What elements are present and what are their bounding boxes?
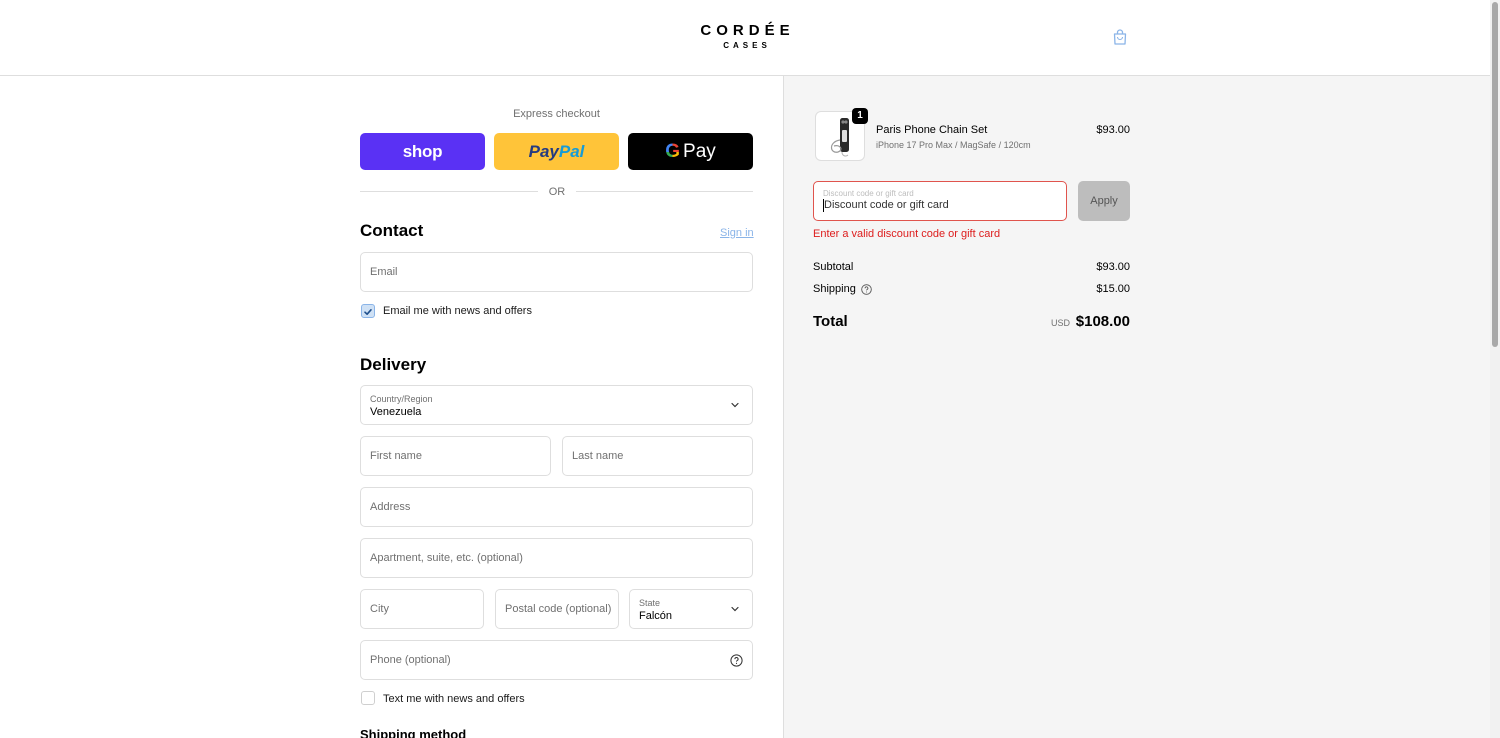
paypal-button[interactable]: Pay Pal (494, 133, 619, 170)
text-news-checkbox[interactable] (361, 691, 375, 705)
shop-pay-button[interactable]: shop (360, 133, 485, 170)
shipping-help-icon[interactable] (861, 284, 872, 295)
product-price: $93.00 (1096, 124, 1130, 136)
postal-code-placeholder: Postal code (optional) (505, 603, 612, 615)
last-name-placeholder: Last name (572, 450, 624, 462)
logo-main-text: CORDÉE (700, 22, 795, 39)
product-name: Paris Phone Chain Set (876, 124, 988, 136)
scrollbar-thumb[interactable] (1492, 2, 1498, 347)
google-pay-button[interactable]: G Pay (628, 133, 753, 170)
total-label: Total (813, 313, 848, 330)
checkmark-icon (364, 309, 372, 315)
subtotal-label: Subtotal (813, 261, 854, 273)
apartment-placeholder: Apartment, suite, etc. (optional) (370, 552, 523, 564)
apartment-field[interactable]: Apartment, suite, etc. (optional) (360, 538, 753, 578)
postal-code-field[interactable]: Postal code (optional) (495, 589, 619, 629)
sign-in-link[interactable]: Sign in (720, 227, 754, 239)
header: CORDÉE CASES (0, 0, 1490, 76)
city-field[interactable]: City (360, 589, 484, 629)
total-value: $108.00 (1075, 313, 1130, 330)
shipping-value: $15.00 (1096, 283, 1130, 295)
scrollbar[interactable] (1490, 0, 1500, 738)
country-value: Venezuela (370, 406, 422, 418)
phone-placeholder: Phone (optional) (370, 654, 451, 666)
address-placeholder: Address (370, 501, 411, 513)
discount-code-field[interactable]: Discount code or gift card Discount code… (813, 181, 1067, 221)
contact-title: Contact (360, 221, 424, 240)
google-g-icon: G (665, 140, 681, 162)
discount-code-value: Discount code or gift card (824, 199, 949, 211)
delivery-title: Delivery (360, 355, 427, 374)
paypal-label-part1: Pay (528, 141, 559, 161)
google-pay-label: Pay (683, 140, 716, 162)
chevron-down-icon (731, 606, 739, 612)
first-name-placeholder: First name (370, 450, 422, 462)
store-logo[interactable]: CORDÉE CASES (680, 22, 810, 52)
shipping-method-title: Shipping method (360, 727, 467, 738)
help-circle-icon[interactable] (730, 654, 743, 667)
email-placeholder: Email (370, 266, 398, 278)
divider-right (576, 191, 753, 192)
order-summary-panel (783, 76, 1490, 738)
email-field[interactable]: Email (360, 252, 753, 292)
paypal-label-part2: Pal (558, 141, 585, 161)
discount-code-label: Discount code or gift card (823, 189, 914, 198)
state-select[interactable]: State Falcón (629, 589, 753, 629)
divider-left (360, 191, 538, 192)
first-name-field[interactable]: First name (360, 436, 551, 476)
apply-discount-button[interactable]: Apply (1078, 181, 1130, 221)
shop-pay-label: shop (402, 141, 443, 161)
shopping-bag-icon[interactable] (1111, 28, 1129, 46)
discount-error-message: Enter a valid discount code or gift card (813, 228, 1001, 240)
state-value: Falcón (639, 610, 673, 622)
logo-sub-text: CASES (723, 41, 771, 50)
state-label: State (639, 598, 661, 608)
quantity-badge: 1 (852, 108, 868, 124)
country-label: Country/Region (370, 394, 433, 404)
chevron-down-icon (731, 402, 739, 408)
last-name-field[interactable]: Last name (562, 436, 753, 476)
text-news-label[interactable]: Text me with news and offers (383, 693, 525, 705)
email-news-label[interactable]: Email me with news and offers (383, 305, 532, 317)
city-placeholder: City (370, 603, 389, 615)
phone-field[interactable]: Phone (optional) (360, 640, 753, 680)
email-news-checkbox[interactable] (361, 304, 375, 318)
express-checkout-label: Express checkout (513, 108, 600, 120)
address-field[interactable]: Address (360, 487, 753, 527)
or-divider-label: OR (548, 186, 566, 198)
subtotal-value: $93.00 (1096, 261, 1130, 273)
shipping-label: Shipping (813, 283, 856, 295)
product-variant: iPhone 17 Pro Max / MagSafe / 120cm (876, 140, 1031, 150)
country-select[interactable]: Country/Region Venezuela (360, 385, 753, 425)
